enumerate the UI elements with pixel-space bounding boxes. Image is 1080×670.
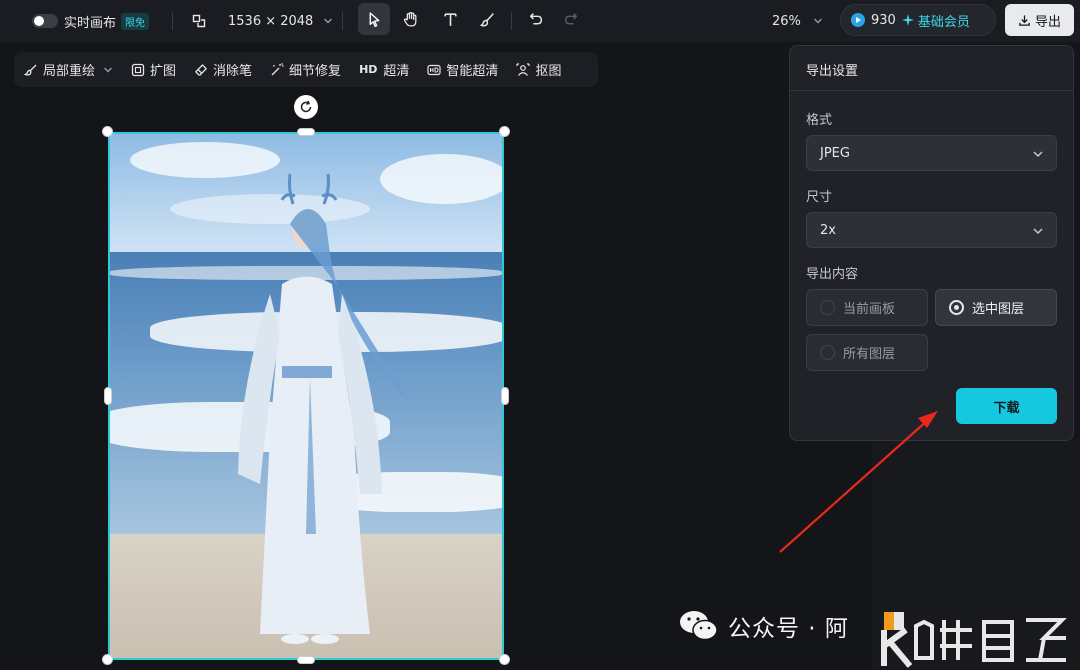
hd-upscale-label: 超清 (383, 64, 410, 79)
resize-handle-right[interactable] (501, 387, 509, 405)
resize-handle-top[interactable] (297, 128, 315, 136)
membership-label: 基础会员 (917, 14, 970, 30)
option-label: 当前画板 (843, 302, 896, 317)
expand-label: 扩图 (150, 64, 177, 79)
size-select[interactable]: 2x (806, 212, 1057, 248)
hd-icon: HD (359, 63, 378, 76)
export-settings-panel: 导出设置 格式 JPEG 尺寸 2x 导出内容 当前画板 选中图层 所有图层 下… (789, 45, 1074, 441)
format-label: 格式 (806, 113, 833, 128)
toggle-switch[interactable] (32, 14, 58, 28)
resize-handle-top-left[interactable] (102, 126, 113, 137)
canvas-size-label: 1536 × 2048 (228, 13, 314, 29)
chevron-down-icon (813, 18, 822, 24)
cutout-label: 抠图 (535, 64, 562, 79)
format-select[interactable]: JPEG (806, 135, 1057, 171)
magic-wand-icon (271, 62, 284, 75)
credit-count: 930 (871, 12, 896, 28)
eraser-icon (195, 63, 207, 76)
expand-icon (131, 63, 145, 76)
rotate-handle[interactable] (294, 95, 318, 119)
detail-repair-label: 细节修复 (289, 64, 342, 79)
download-icon (1019, 14, 1030, 26)
credit-coin-icon (851, 13, 865, 27)
undo-icon (529, 12, 542, 24)
divider (790, 90, 1073, 91)
radio-circle (820, 345, 835, 360)
export-content-label: 导出内容 (806, 267, 859, 282)
paint-brush-icon (479, 12, 494, 27)
option-label: 所有图层 (843, 347, 896, 362)
brush-icon (24, 64, 37, 76)
watermark-logo (881, 612, 1067, 668)
image-figure (238, 173, 410, 644)
chevron-down-icon (1033, 228, 1043, 235)
chevron-down-icon (1033, 151, 1043, 158)
inpaint-tool[interactable]: 局部重绘 (24, 60, 113, 79)
pointer-icon (369, 11, 379, 27)
hand-tool-button[interactable] (394, 3, 426, 35)
free-badge: 限免 (121, 12, 150, 30)
option-label: 选中图层 (972, 302, 1025, 317)
radio-circle-checked (949, 300, 964, 315)
export-button[interactable]: 导出 (1005, 4, 1074, 36)
divider (172, 12, 173, 30)
select-tool-button[interactable] (358, 3, 390, 35)
cutout-tool[interactable]: 抠图 (516, 60, 561, 79)
watermark-text: 公众号 · 阿 (728, 616, 849, 642)
wechat-icon (680, 611, 718, 641)
size-label: 尺寸 (806, 190, 833, 205)
divider (342, 12, 343, 30)
resize-handle-bottom-right[interactable] (499, 654, 510, 665)
cutout-icon (516, 62, 531, 76)
chevron-down-icon (104, 67, 113, 72)
eraser-label: 消除笔 (213, 64, 253, 79)
edit-tools-bar: 局部重绘 扩图 消除笔 细节修复 HD 超清 智能超清 抠图 (14, 52, 598, 87)
text-tool-button[interactable] (434, 3, 466, 35)
divider (511, 12, 512, 30)
canvas-size-dropdown[interactable]: 1536 × 2048 (192, 0, 333, 42)
membership-link[interactable]: 基础会员 (901, 11, 970, 30)
rotate-icon (300, 100, 312, 113)
panel-title: 导出设置 (806, 64, 859, 79)
brush-tool-button[interactable] (471, 3, 503, 35)
smart-hd-tool[interactable]: 智能超清 (427, 60, 498, 79)
zoom-dropdown[interactable]: 26% (772, 0, 823, 42)
eraser-tool[interactable]: 消除笔 (194, 60, 252, 79)
watermark: 公众号 · 阿 (678, 608, 849, 644)
sparkle-icon (901, 14, 914, 26)
undo-button[interactable] (519, 3, 551, 35)
realtime-canvas-label: 实时画布 (64, 15, 117, 31)
canvas-image-layer[interactable] (108, 132, 504, 660)
redo-button[interactable] (555, 3, 587, 35)
resize-handle-left[interactable] (104, 387, 112, 405)
expand-tool[interactable]: 扩图 (131, 60, 176, 79)
size-value: 2x (820, 222, 836, 238)
text-icon (443, 12, 457, 26)
realtime-canvas-toggle[interactable]: 实时画布 限免 (32, 0, 150, 42)
option-selected-layer[interactable]: 选中图层 (935, 289, 1057, 326)
format-value: JPEG (820, 145, 850, 161)
resize-icon (192, 14, 206, 28)
download-button[interactable]: 下载 (956, 388, 1057, 424)
top-toolbar: 实时画布 限免 1536 × 2048 26% 930 基础会员 导出 (0, 0, 1080, 42)
radio-circle (820, 300, 835, 315)
export-label: 导出 (1034, 14, 1061, 30)
zoom-level: 26% (772, 13, 801, 29)
smart-hd-icon (427, 64, 442, 75)
inpaint-label: 局部重绘 (43, 64, 96, 79)
resize-handle-bottom[interactable] (297, 656, 315, 664)
chevron-down-icon (324, 18, 333, 24)
detail-repair-tool[interactable]: 细节修复 (270, 60, 341, 79)
redo-icon (564, 12, 577, 24)
hand-icon (403, 11, 416, 27)
resize-handle-bottom-left[interactable] (102, 654, 113, 665)
option-all-layers[interactable]: 所有图层 (806, 334, 928, 371)
option-current-board[interactable]: 当前画板 (806, 289, 928, 326)
credits-membership-pill[interactable]: 930 基础会员 (840, 4, 996, 36)
hd-upscale-tool[interactable]: HD 超清 (359, 60, 409, 79)
smart-hd-label: 智能超清 (446, 64, 499, 79)
resize-handle-top-right[interactable] (499, 126, 510, 137)
